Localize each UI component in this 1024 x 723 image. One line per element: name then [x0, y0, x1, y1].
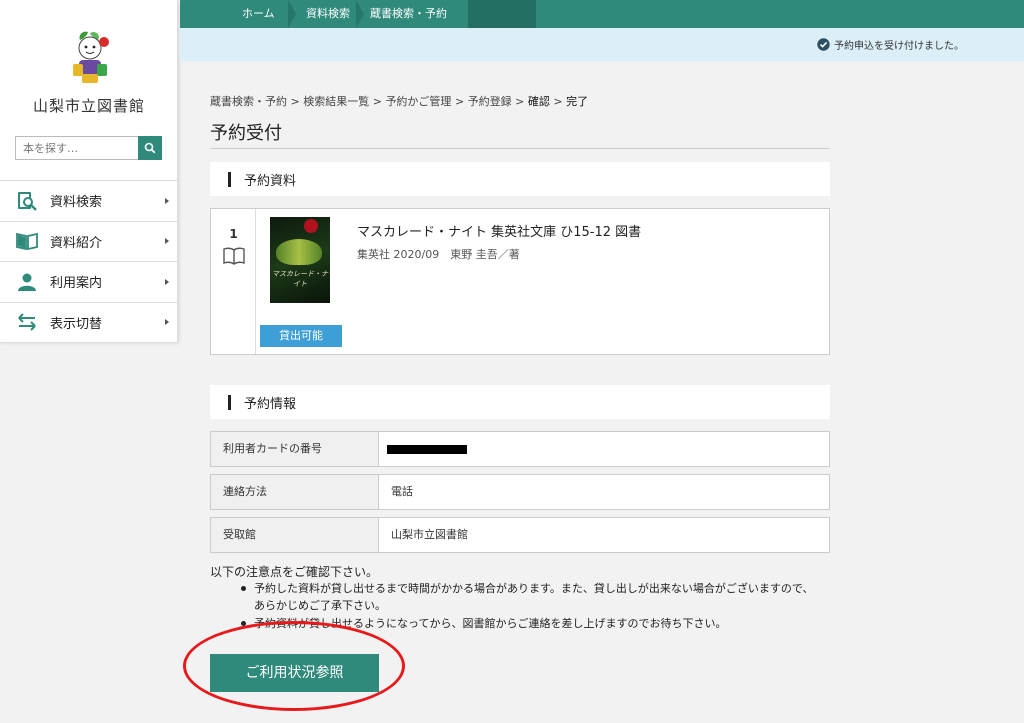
item-title[interactable]: マスカレード・ナイト 集英社文庫 ひ15-12 図書 — [357, 221, 641, 240]
sidebar-item-introduction[interactable]: 資料紹介 — [0, 222, 178, 262]
person-icon — [16, 272, 38, 292]
crumb-separator — [288, 0, 296, 28]
success-notice: 予約申込を受け付けました。 — [817, 37, 964, 52]
info-row-pickup-library: 受取館 山梨市立図書館 — [210, 517, 830, 553]
cover-mask — [276, 239, 322, 265]
breadcrumb-sep: > — [553, 95, 563, 108]
crumb-home[interactable]: ホーム — [242, 0, 275, 28]
search-icon — [144, 142, 156, 154]
open-book-icon — [16, 231, 38, 251]
breadcrumb-step: 予約かご管理 — [385, 95, 452, 108]
title-divider — [210, 148, 830, 149]
swap-arrows-icon — [16, 312, 38, 332]
breadcrumb-step: 検索結果一覧 — [303, 95, 370, 108]
breadcrumb-step-current: 完了 — [566, 95, 589, 108]
info-row-contact-method: 連絡方法 電話 — [210, 474, 830, 510]
breadcrumb-sep: > — [372, 95, 382, 108]
section-title: 予約情報 — [244, 396, 297, 412]
section-header-reservation-info: 予約情報 — [210, 385, 830, 419]
check-circle-icon — [817, 38, 830, 51]
reserved-item-card: 1 マスカレード・ナイト 貸出可能 マスカレード・ナイト 集英社文庫 ひ15-1… — [210, 208, 830, 355]
sidebar: 山梨市立図書館 資料検索 — [0, 0, 178, 343]
section-header-reserved-item: 予約資料 — [210, 162, 830, 196]
item-number-column: 1 — [211, 209, 256, 354]
success-notice-bar: 予約申込を受け付けました。 — [180, 28, 1024, 61]
breadcrumb-sep: > — [454, 95, 465, 108]
sidebar-item-label: 資料検索 — [50, 195, 103, 211]
page-breadcrumb: 蔵書検索・予約 > 検索結果一覧 > 予約かご管理 > 予約登録 > 確認 > … — [210, 93, 588, 109]
info-value: 山梨市立図書館 — [391, 528, 468, 541]
breadcrumb-sep: > — [290, 95, 300, 108]
sidebar-item-label: 利用案内 — [50, 276, 103, 292]
search-button[interactable] — [138, 136, 162, 160]
chevron-right-icon — [165, 197, 169, 204]
note-item: 予約した資料が貸し出せるまで時間がかかる場合があります。また、貸し出しが出来ない… — [238, 580, 818, 614]
section-title: 予約資料 — [244, 173, 297, 189]
breadcrumb-step: 蔵書検索・予約 — [210, 95, 287, 108]
search-box — [15, 136, 162, 160]
item-number: 1 — [229, 227, 238, 241]
info-label: 受取館 — [211, 518, 379, 552]
highlight-annotation-oval — [183, 621, 405, 711]
crumb-separator — [356, 0, 364, 28]
book-icon — [223, 247, 245, 265]
search-book-icon — [16, 191, 38, 211]
library-name: 山梨市立図書館 — [32, 97, 145, 115]
chevron-right-icon — [165, 238, 169, 245]
notes-heading: 以下の注意点をご確認下さい。 — [210, 565, 379, 579]
info-row-card-number: 利用者カードの番号 — [210, 431, 830, 467]
crumb-material-search[interactable]: 資料検索 — [306, 0, 350, 28]
sidebar-nav: 資料検索 資料紹介 利用案内 表示切替 — [0, 180, 178, 343]
info-label: 利用者カードの番号 — [211, 432, 379, 466]
chevron-right-icon — [165, 278, 169, 285]
notice-text: 予約申込を受け付けました。 — [834, 41, 964, 52]
crumb-collection-search[interactable]: 蔵書検索・予約 — [370, 0, 447, 28]
sidebar-item-search[interactable]: 資料検索 — [0, 181, 178, 222]
cover-rose — [304, 219, 318, 233]
active-crumb-bg — [468, 0, 536, 28]
sidebar-item-label: 表示切替 — [50, 316, 103, 332]
availability-badge: 貸出可能 — [260, 325, 342, 347]
book-cover-image[interactable]: マスカレード・ナイト — [270, 217, 330, 303]
sidebar-item-guide[interactable]: 利用案内 — [0, 262, 178, 303]
sidebar-item-display-toggle[interactable]: 表示切替 — [0, 303, 178, 343]
breadcrumb-step: 予約登録 — [467, 95, 512, 108]
chevron-right-icon — [165, 319, 169, 326]
library-mascot-logo[interactable] — [68, 30, 112, 86]
info-label: 連絡方法 — [211, 475, 379, 509]
masked-card-number — [387, 445, 467, 454]
section-bar — [228, 394, 231, 410]
sidebar-item-label: 資料紹介 — [50, 235, 103, 251]
breadcrumb-sep: > — [515, 95, 525, 108]
search-input[interactable] — [15, 136, 138, 160]
page-title: 予約受付 — [210, 123, 282, 144]
breadcrumb-step-current: 確認 — [527, 95, 550, 108]
info-value: 電話 — [391, 485, 413, 498]
cover-title: マスカレード・ナイト — [272, 270, 328, 288]
top-breadcrumb-bar: ホーム 資料検索 蔵書検索・予約 — [180, 0, 1024, 28]
section-bar — [228, 171, 231, 187]
item-meta: 集英社 2020/09 東野 圭吾／著 — [357, 248, 520, 261]
